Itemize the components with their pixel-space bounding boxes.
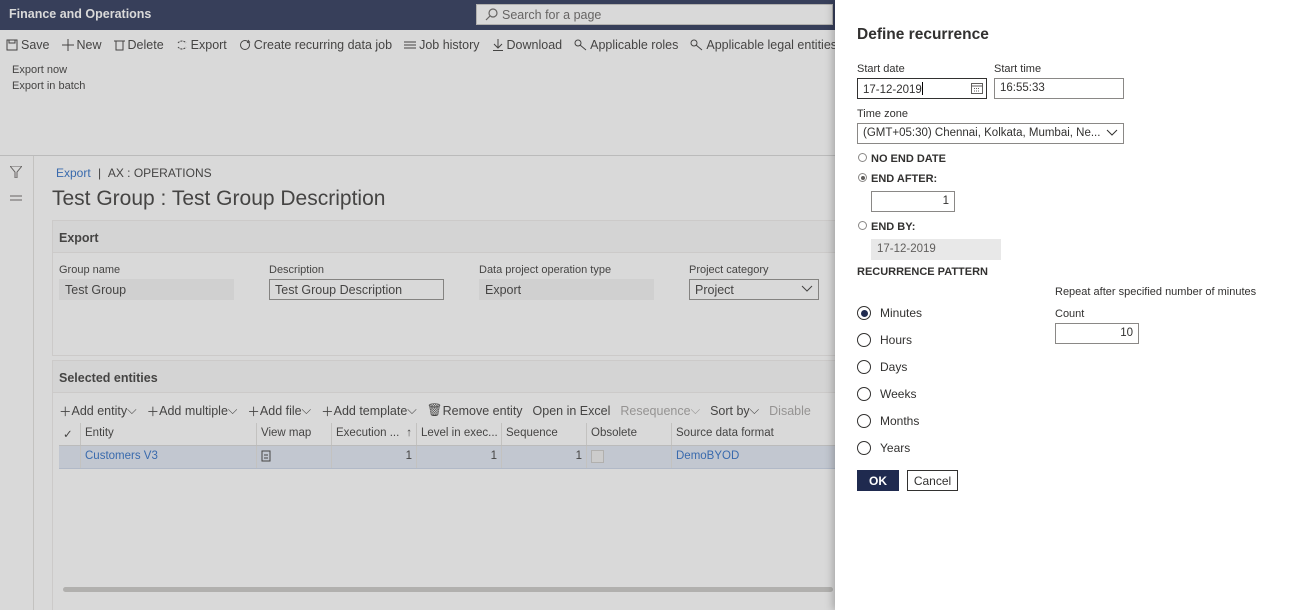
no-end-date-radio[interactable] [858, 153, 867, 162]
pattern-option-minutes[interactable]: Minutes [857, 306, 922, 320]
time-zone-label: Time zone [857, 108, 908, 120]
repeat-hint: Repeat after specified number of minutes [1055, 286, 1257, 298]
app-window: Finance and Operations Search for a page… [0, 0, 835, 610]
count-input[interactable]: 10 [1055, 323, 1139, 344]
weeks-radio[interactable] [857, 387, 871, 401]
modal-overlay [0, 0, 835, 610]
recurrence-pattern-heading: RECURRENCE PATTERN [857, 266, 988, 278]
start-date-label: Start date [857, 63, 905, 75]
years-radio[interactable] [857, 441, 871, 455]
cancel-button[interactable]: Cancel [907, 470, 958, 491]
start-date-input[interactable]: 17-12-2019 [857, 78, 987, 99]
time-zone-select[interactable]: (GMT+05:30) Chennai, Kolkata, Mumbai, Ne… [857, 123, 1124, 144]
end-after-radio[interactable] [858, 173, 867, 182]
count-label: Count [1055, 308, 1085, 320]
end-by-label: END BY: [871, 221, 916, 233]
chevron-down-icon [1106, 129, 1118, 136]
minutes-radio[interactable] [857, 306, 871, 320]
pattern-option-days[interactable]: Days [857, 360, 907, 374]
define-recurrence-dialog: Define recurrence Start date 17-12-2019 … [835, 0, 1309, 610]
start-time-input[interactable]: 16:55:33 [994, 78, 1124, 99]
calendar-icon[interactable] [971, 82, 983, 94]
end-after-label: END AFTER: [871, 173, 938, 185]
days-radio[interactable] [857, 360, 871, 374]
no-end-date-label: NO END DATE [871, 153, 946, 165]
end-after-count-input[interactable]: 1 [871, 191, 955, 212]
text-cursor [921, 82, 923, 95]
start-time-label: Start time [994, 63, 1042, 75]
pattern-option-years[interactable]: Years [857, 441, 910, 455]
pattern-option-months[interactable]: Months [857, 414, 919, 428]
months-radio[interactable] [857, 414, 871, 428]
hours-radio[interactable] [857, 333, 871, 347]
pattern-option-weeks[interactable]: Weeks [857, 387, 916, 401]
end-by-date-input[interactable]: 17-12-2019 [871, 239, 1001, 260]
dialog-title: Define recurrence [857, 26, 989, 43]
end-by-radio[interactable] [858, 221, 867, 230]
ok-button[interactable]: OK [857, 470, 899, 491]
pattern-option-hours[interactable]: Hours [857, 333, 912, 347]
